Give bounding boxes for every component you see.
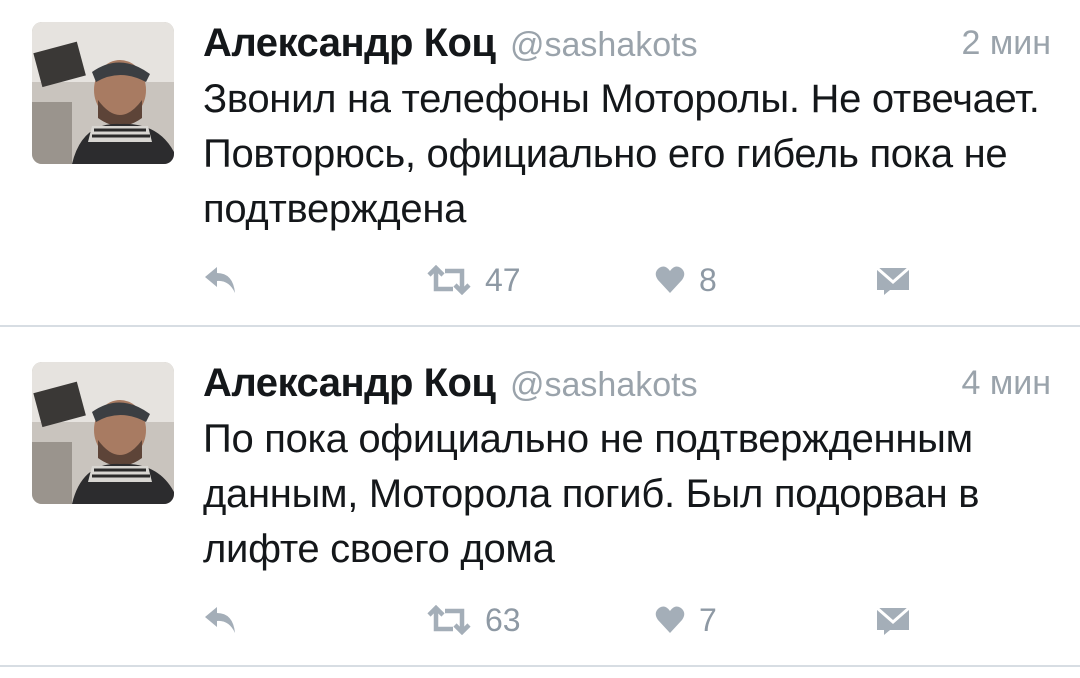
- tweet-feed: Александр Коц @sashakots 2 мин Звонил на…: [0, 0, 1080, 678]
- tweet-actions: 63 7: [0, 598, 1080, 642]
- tweet-time[interactable]: 2 мин: [962, 18, 1052, 68]
- author-handle[interactable]: @sashakots: [510, 366, 698, 404]
- like-button[interactable]: 7: [655, 598, 717, 642]
- avatar[interactable]: [32, 22, 174, 164]
- tweet-header: Александр Коц @sashakots 4 мин: [203, 358, 1051, 408]
- author-handle[interactable]: @sashakots: [510, 26, 698, 64]
- heart-icon: [655, 266, 685, 293]
- author-name[interactable]: Александр Коц: [203, 361, 496, 405]
- avatar-image: [32, 22, 174, 164]
- tweet-header: Александр Коц @sashakots 2 мин: [203, 18, 1051, 68]
- tweet-text: По пока официально не подтвержденным дан…: [203, 417, 980, 571]
- retweet-count: 63: [485, 602, 521, 638]
- retweet-icon: [427, 605, 471, 635]
- direct-message-icon: [876, 606, 910, 635]
- direct-message-icon: [876, 266, 910, 295]
- reply-button[interactable]: [203, 258, 237, 302]
- author-name[interactable]: Александр Коц: [203, 21, 496, 65]
- retweet-button[interactable]: 63: [427, 598, 521, 642]
- retweet-button[interactable]: 47: [427, 258, 521, 302]
- like-button[interactable]: 8: [655, 258, 717, 302]
- retweet-count: 47: [485, 262, 521, 298]
- like-count: 8: [699, 262, 717, 298]
- avatar[interactable]: [32, 362, 174, 504]
- tweet-time[interactable]: 4 мин: [962, 358, 1052, 408]
- retweet-icon: [427, 265, 471, 295]
- reply-button[interactable]: [203, 598, 237, 642]
- tweet-text: Звонил на телефоны Моторолы. Не отвечает…: [203, 77, 1040, 231]
- reply-icon: [205, 267, 235, 293]
- tweet[interactable]: Александр Коц @sashakots 4 мин По пока о…: [0, 340, 1080, 667]
- like-count: 7: [699, 602, 717, 638]
- direct-message-button[interactable]: [876, 598, 910, 642]
- reply-icon: [205, 607, 235, 633]
- tweet-actions: 47 8: [0, 258, 1080, 302]
- tweet[interactable]: Александр Коц @sashakots 2 мин Звонил на…: [0, 0, 1080, 327]
- avatar-image: [32, 362, 174, 504]
- heart-icon: [655, 606, 685, 633]
- direct-message-button[interactable]: [876, 258, 910, 302]
